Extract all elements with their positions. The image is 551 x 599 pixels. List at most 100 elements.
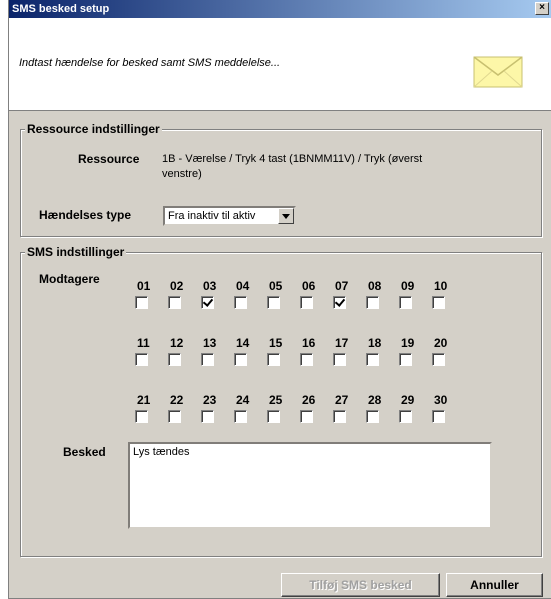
recipient-checkbox[interactable] [399, 410, 412, 423]
recipient-checkbox[interactable] [234, 410, 247, 423]
resource-label: Ressource [78, 152, 140, 166]
cancel-button[interactable]: Annuller [446, 573, 543, 597]
recipient-07: 07 [333, 279, 363, 309]
recipient-checkbox[interactable] [267, 353, 280, 366]
recipient-checkbox[interactable] [432, 353, 445, 366]
recipient-checkbox[interactable] [168, 410, 181, 423]
recipient-number: 19 [401, 336, 415, 350]
recipient-14: 14 [234, 336, 264, 366]
recipient-number: 11 [137, 336, 150, 350]
add-sms-message-label: Tilføj SMS besked [309, 578, 412, 592]
recipient-number: 28 [368, 393, 382, 407]
recipient-12: 12 [168, 336, 198, 366]
recipient-number: 22 [170, 393, 184, 407]
recipient-05: 05 [267, 279, 297, 309]
recipient-number: 30 [434, 393, 448, 407]
recipient-06: 06 [300, 279, 330, 309]
recipient-22: 22 [168, 393, 198, 423]
event-type-label: Hændelses type [39, 208, 132, 222]
cancel-label: Annuller [470, 578, 519, 592]
event-type-select[interactable]: Fra inaktiv til aktiv [163, 206, 296, 226]
recipient-checkbox[interactable] [234, 353, 247, 366]
recipient-13: 13 [201, 336, 231, 366]
recipient-18: 18 [366, 336, 396, 366]
recipient-checkbox[interactable] [432, 296, 445, 309]
recipient-09: 09 [399, 279, 429, 309]
recipient-checkbox[interactable] [135, 410, 148, 423]
recipient-number: 07 [335, 279, 349, 293]
recipient-number: 15 [269, 336, 283, 350]
recipient-checkbox[interactable] [267, 410, 280, 423]
recipient-checkbox[interactable] [201, 353, 214, 366]
recipient-16: 16 [300, 336, 330, 366]
recipient-number: 17 [335, 336, 349, 350]
add-sms-message-button[interactable]: Tilføj SMS besked [281, 573, 440, 597]
recipient-number: 08 [368, 279, 382, 293]
recipient-checkbox[interactable] [201, 296, 214, 309]
recipient-19: 19 [399, 336, 429, 366]
recipient-number: 12 [170, 336, 184, 350]
recipient-number: 10 [434, 279, 448, 293]
recipient-number: 20 [434, 336, 448, 350]
recipient-01: 01 [135, 279, 165, 309]
recipient-29: 29 [399, 393, 429, 423]
recipient-checkbox[interactable] [300, 296, 313, 309]
recipient-number: 05 [269, 279, 283, 293]
recipient-checkbox[interactable] [135, 353, 148, 366]
recipient-number: 09 [401, 279, 415, 293]
recipient-checkbox[interactable] [432, 410, 445, 423]
close-button[interactable]: × [535, 2, 549, 15]
instruction-text: Indtast hændelse for besked samt SMS med… [19, 57, 281, 69]
recipient-checkbox[interactable] [366, 296, 379, 309]
window-title: SMS besked setup [12, 3, 110, 15]
recipient-30: 30 [432, 393, 462, 423]
recipient-checkbox[interactable] [300, 410, 313, 423]
recipient-checkbox[interactable] [234, 296, 247, 309]
recipient-number: 02 [170, 279, 184, 293]
recipient-checkbox[interactable] [168, 353, 181, 366]
recipient-number: 25 [269, 393, 283, 407]
recipient-checkbox[interactable] [201, 410, 214, 423]
recipient-checkbox[interactable] [366, 410, 379, 423]
resource-value-line2: venstre) [162, 168, 202, 180]
recipient-03: 03 [201, 279, 231, 309]
header-panel: Indtast hændelse for besked samt SMS med… [9, 18, 551, 111]
title-bar[interactable]: SMS besked setup × [9, 0, 551, 18]
recipient-checkbox[interactable] [333, 410, 346, 423]
recipient-08: 08 [366, 279, 396, 309]
recipient-27: 27 [333, 393, 363, 423]
recipient-checkbox[interactable] [333, 296, 346, 309]
message-textarea[interactable]: Lys tændes [128, 442, 492, 529]
recipient-number: 26 [302, 393, 316, 407]
recipient-number: 23 [203, 393, 217, 407]
recipient-number: 14 [236, 336, 250, 350]
envelope-icon [473, 56, 523, 88]
recipient-number: 13 [203, 336, 217, 350]
recipient-checkbox[interactable] [366, 353, 379, 366]
recipient-number: 18 [368, 336, 382, 350]
recipient-checkbox[interactable] [333, 353, 346, 366]
recipient-checkbox[interactable] [168, 296, 181, 309]
chevron-down-icon[interactable] [278, 208, 294, 224]
recipient-checkbox[interactable] [399, 296, 412, 309]
recipient-21: 21 [135, 393, 165, 423]
recipient-number: 16 [302, 336, 316, 350]
sms-setup-dialog: SMS besked setup × Indtast hændelse for … [8, 0, 551, 599]
recipient-28: 28 [366, 393, 396, 423]
recipient-24: 24 [234, 393, 264, 423]
recipient-number: 03 [203, 279, 217, 293]
recipient-checkbox[interactable] [267, 296, 280, 309]
recipient-number: 24 [236, 393, 250, 407]
recipient-number: 04 [236, 279, 250, 293]
event-type-value: Fra inaktiv til aktiv [168, 210, 256, 222]
recipient-checkbox[interactable] [300, 353, 313, 366]
recipient-10: 10 [432, 279, 462, 309]
resource-group-legend: Ressource indstillinger [25, 121, 162, 137]
recipient-11: 11 [135, 336, 165, 366]
recipient-04: 04 [234, 279, 264, 309]
recipient-17: 17 [333, 336, 363, 366]
sms-group-legend: SMS indstillinger [25, 244, 127, 260]
recipient-checkbox[interactable] [399, 353, 412, 366]
recipient-02: 02 [168, 279, 198, 309]
recipient-checkbox[interactable] [135, 296, 148, 309]
